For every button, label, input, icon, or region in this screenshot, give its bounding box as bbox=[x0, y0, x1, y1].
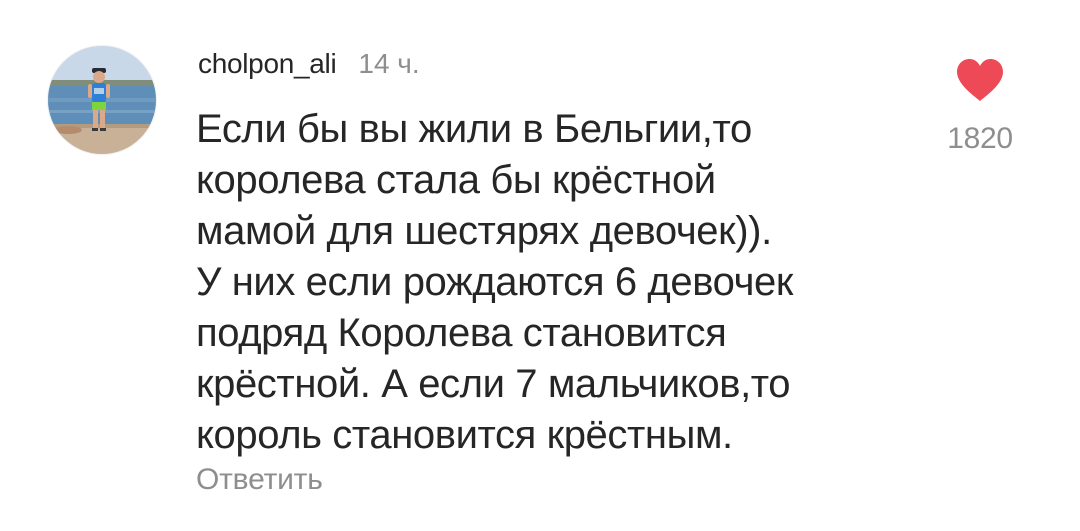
like-count: 1820 bbox=[947, 122, 1013, 155]
comment-header: cholpon_ali 14 ч. bbox=[198, 42, 420, 91]
heart-icon[interactable] bbox=[955, 58, 1005, 102]
timestamp: 14 ч. bbox=[358, 48, 420, 79]
reply-button[interactable]: Ответить bbox=[196, 463, 323, 497]
avatar-photo bbox=[48, 46, 156, 154]
comment-item: cholpon_ali 14 ч. Если бы вы жили в Бельг… bbox=[0, 0, 1080, 531]
like-area: 1820 bbox=[930, 58, 1030, 156]
username[interactable]: cholpon_ali bbox=[198, 48, 337, 79]
avatar[interactable] bbox=[48, 46, 156, 154]
comment-text: Если бы вы жили в Бельгии,то королева ст… bbox=[196, 107, 793, 457]
